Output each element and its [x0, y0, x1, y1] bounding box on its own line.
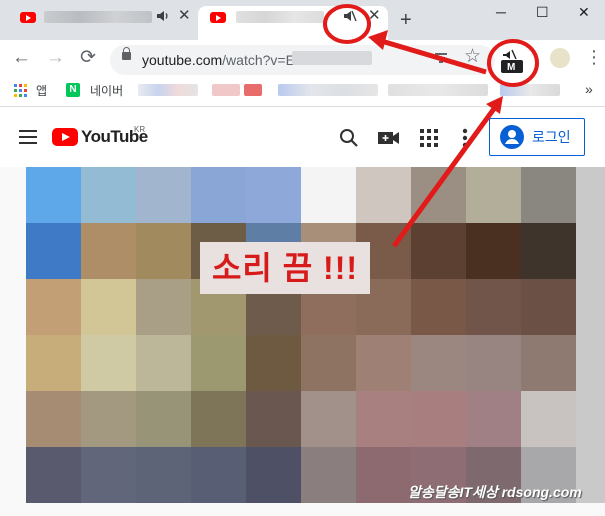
arrow-to-tab-line [377, 37, 487, 75]
mute-tab-highlight-circle [323, 4, 371, 44]
arrow-to-extension-line [391, 104, 499, 248]
extension-highlight-circle [487, 39, 539, 87]
arrow-to-tab-head [368, 30, 388, 50]
annotation-overlay [323, 4, 539, 248]
